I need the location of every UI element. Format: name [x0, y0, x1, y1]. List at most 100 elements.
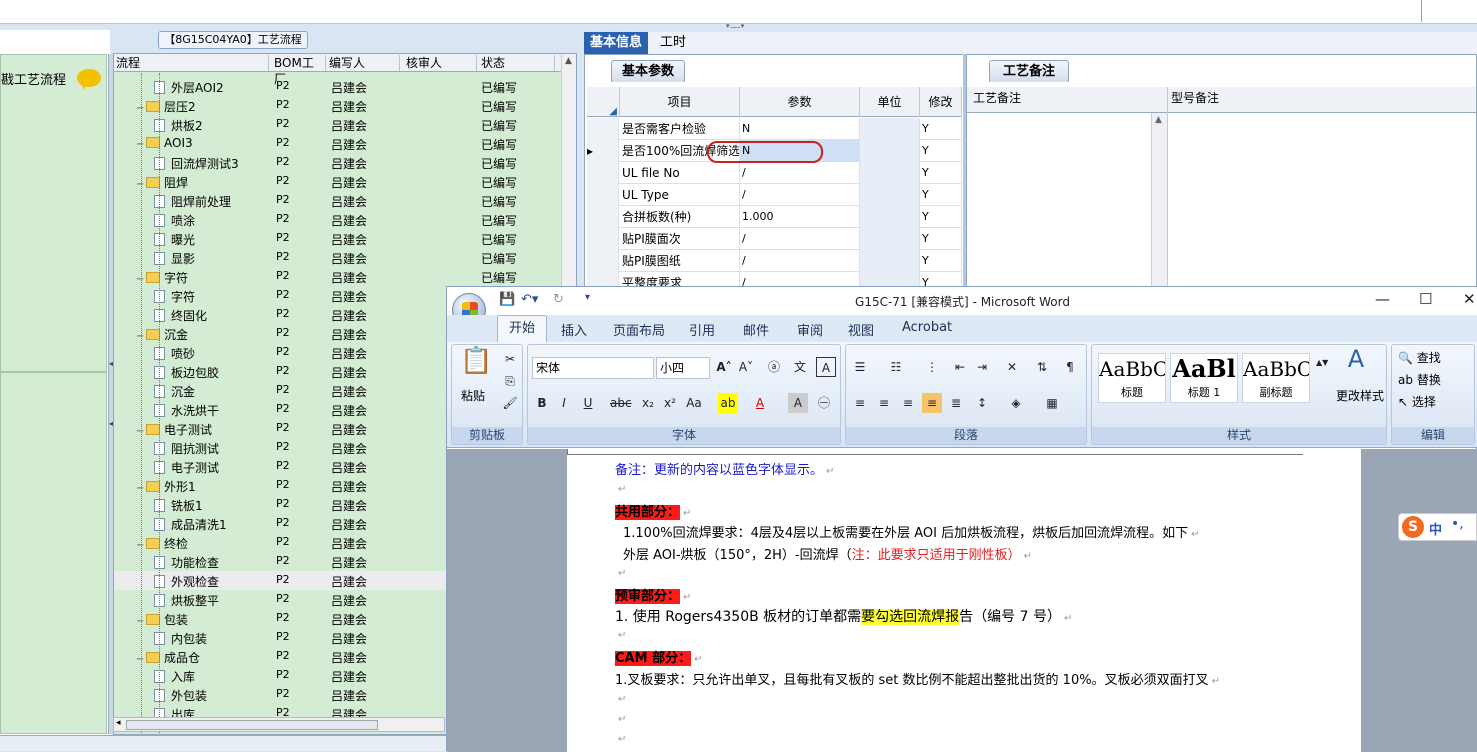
style-title[interactable]: AaBbC 标题	[1098, 353, 1166, 403]
tree-row[interactable]: 喷涂 P2 吕建会 已编写	[114, 210, 564, 229]
redo-icon[interactable]: ↻	[553, 292, 564, 307]
tab-layout[interactable]: 页面布局	[613, 320, 665, 339]
paste-button[interactable]: 粘贴	[461, 387, 485, 404]
align-right-icon[interactable]: ≡	[898, 393, 918, 413]
justify-icon[interactable]: ≡	[922, 393, 942, 413]
tree-row[interactable]: 显影 P2 吕建会 已编写	[114, 248, 564, 267]
subscript-icon[interactable]: x₂	[638, 393, 658, 413]
param-value[interactable]: /	[740, 250, 860, 272]
undo-icon[interactable]: ↶▾	[521, 292, 538, 307]
bold-icon[interactable]: B	[532, 393, 552, 413]
highlight-icon[interactable]: ab	[718, 393, 738, 413]
tab-mailings[interactable]: 邮件	[743, 320, 769, 339]
save-icon[interactable]: 💾	[499, 292, 515, 307]
increase-indent-icon[interactable]: ⇥	[972, 357, 992, 377]
maximize-icon[interactable]: ☐	[1419, 290, 1432, 308]
ime-lang[interactable]: 中	[1429, 519, 1442, 538]
tree-row[interactable]: 回流焊测试3 P2 吕建会 已编写	[114, 153, 564, 172]
show-marks-icon[interactable]: ¶	[1060, 357, 1080, 377]
param-value[interactable]: /	[740, 228, 860, 250]
italic-icon[interactable]: I	[554, 393, 574, 413]
comment-icon[interactable]	[77, 69, 101, 90]
col-bom[interactable]: BOM工厂	[272, 55, 326, 86]
font-name-select[interactable]: 宋体	[532, 357, 654, 379]
tab-references[interactable]: 引用	[689, 320, 715, 339]
font-color-icon[interactable]: A	[750, 393, 770, 413]
styles-scroll-icon[interactable]: ▲▼	[1316, 353, 1328, 373]
underline-icon[interactable]: U	[578, 393, 598, 413]
replace-button[interactable]: ab 替换	[1398, 371, 1441, 388]
borders-icon[interactable]: ▦	[1042, 393, 1062, 413]
quick-access-menu-icon[interactable]: ▾	[585, 292, 590, 303]
col-modify[interactable]: 修改	[920, 87, 962, 117]
tab-insert[interactable]: 插入	[561, 320, 587, 339]
bullets-icon[interactable]: ☰	[850, 357, 870, 377]
splitter-grip[interactable]: ▾ ........ ▾	[726, 22, 790, 30]
find-button[interactable]: 🔍 查找	[1398, 349, 1441, 366]
param-value[interactable]: 1.000	[740, 206, 860, 228]
tab-home[interactable]: 开始	[497, 315, 548, 342]
param-row[interactable]: UL Type / Y	[587, 184, 962, 206]
multilevel-list-icon[interactable]: ⋮	[922, 357, 942, 377]
shrink-font-icon[interactable]: A˅	[736, 357, 756, 377]
tree-row[interactable]: 曝光 P2 吕建会 已编写	[114, 229, 564, 248]
param-value[interactable]: /	[740, 184, 860, 206]
param-row[interactable]: 是否需客户检验 N Y	[587, 118, 962, 140]
style-subtitle[interactable]: AaBbC 副标题	[1242, 353, 1310, 403]
scroll-thumb[interactable]	[126, 720, 378, 730]
tab-view[interactable]: 视图	[848, 320, 874, 339]
tree-folder-row[interactable]: − AOI3 P2 吕建会 已编写	[114, 134, 564, 153]
tree-folder-row[interactable]: − 层压2 P2 吕建会 已编写	[114, 96, 564, 115]
tab-acrobat[interactable]: Acrobat	[902, 320, 952, 335]
tree-row[interactable]: 烘板2 P2 吕建会 已编写	[114, 115, 564, 134]
enclose-char-icon[interactable]: ㊀	[814, 393, 834, 413]
tree-folder-row[interactable]: − 阻焊 P2 吕建会 已编写	[114, 172, 564, 191]
col-item[interactable]: 项目	[620, 87, 740, 117]
tree-horizontal-scrollbar[interactable]: ◂	[113, 717, 445, 732]
strikethrough-icon[interactable]: abc	[610, 393, 632, 413]
minimize-icon[interactable]: —	[1375, 290, 1390, 308]
distributed-icon[interactable]: ≣	[946, 393, 966, 413]
style-heading1[interactable]: AaBl 标题 1	[1170, 353, 1238, 403]
tree-row[interactable]: 外层AOI2 P2 吕建会 已编写	[114, 77, 564, 96]
param-row[interactable]: UL file No / Y	[587, 162, 962, 184]
tree-folder-row[interactable]: − 字符 P2 吕建会 已编写	[114, 267, 564, 286]
line-spacing-icon[interactable]: ↕	[972, 393, 992, 413]
asian-layout-icon[interactable]: ✕	[1002, 357, 1022, 377]
tab-review[interactable]: 审阅	[797, 320, 823, 339]
notes-scrollbar[interactable]: ▲	[1151, 113, 1167, 295]
ime-toolbar[interactable]: S 中 •,	[1398, 513, 1477, 541]
select-button[interactable]: ↖ 选择	[1398, 393, 1436, 410]
left-process-item[interactable]: 戡工艺流程	[0, 54, 107, 372]
col-reviewer[interactable]: 核审人	[404, 55, 477, 71]
cut-icon[interactable]: ✂	[500, 349, 520, 369]
decrease-indent-icon[interactable]: ⇤	[950, 357, 970, 377]
col-unit[interactable]: 单位	[860, 87, 920, 117]
param-row[interactable]: 贴PI膜图纸 / Y	[587, 250, 962, 272]
change-styles-icon[interactable]: A	[1346, 347, 1366, 371]
tree-row[interactable]: 阻焊前处理 P2 吕建会 已编写	[114, 191, 564, 210]
col-writer[interactable]: 编写人	[327, 55, 400, 71]
char-border-icon[interactable]: A	[816, 357, 836, 377]
close-icon[interactable]: ✕	[1463, 290, 1476, 308]
align-center-icon[interactable]: ≡	[874, 393, 894, 413]
superscript-icon[interactable]: x²	[660, 393, 680, 413]
document-page[interactable]: 备注：更新的内容以蓝色字体显示。 ↵ ↵ 共用部分： ↵ 1.100%回流焊要求：4…	[567, 449, 1361, 752]
align-left-icon[interactable]: ≡	[850, 393, 870, 413]
tab-base-params[interactable]: 基本参数	[611, 60, 686, 82]
param-value[interactable]: /	[740, 162, 860, 184]
sort-icon[interactable]: ⇅	[1032, 357, 1052, 377]
clear-format-icon[interactable]: ⓐ	[764, 357, 784, 377]
param-row[interactable]: 合拼板数(种) 1.000 Y	[587, 206, 962, 228]
copy-icon[interactable]: ⎘	[500, 371, 520, 391]
shading-icon[interactable]: ◈	[1006, 393, 1026, 413]
tab-process-notes[interactable]: 工艺备注	[989, 60, 1069, 82]
col-status[interactable]: 状态	[479, 55, 555, 71]
param-row[interactable]: 贴PI膜面次 / Y	[587, 228, 962, 250]
param-value[interactable]: N	[740, 118, 860, 140]
tab-work-hours[interactable]: 工时	[654, 32, 692, 54]
font-size-select[interactable]: 小四	[656, 357, 710, 379]
char-shading-icon[interactable]: A	[788, 393, 808, 413]
change-case-icon[interactable]: Aa	[684, 393, 704, 413]
grow-font-icon[interactable]: A˄	[714, 357, 734, 377]
